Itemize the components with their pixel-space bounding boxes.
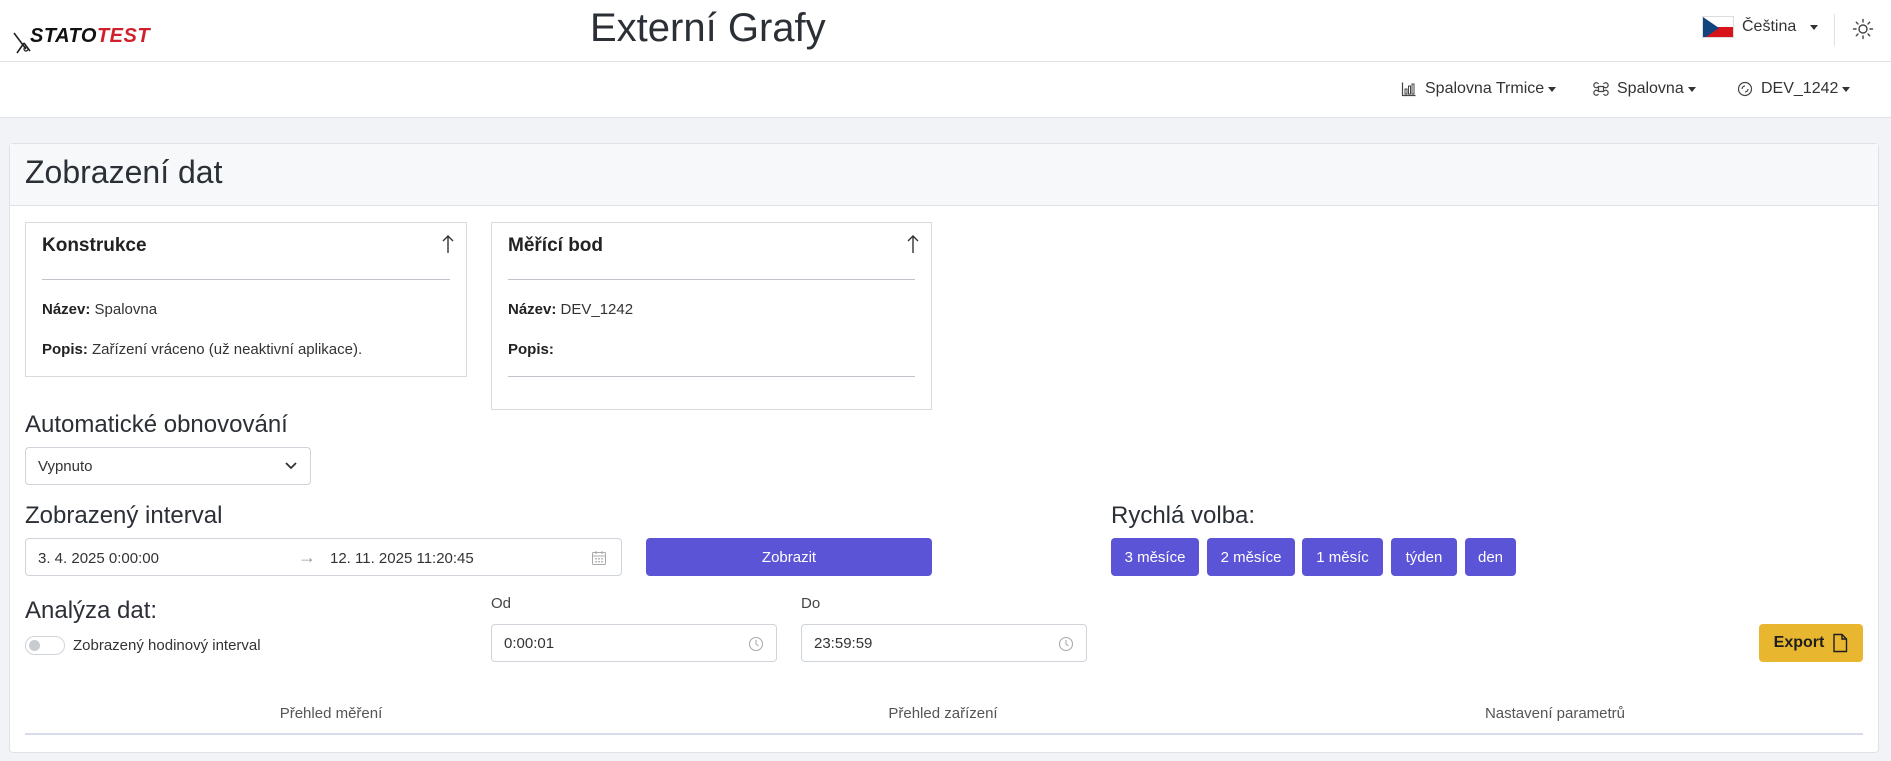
divider bbox=[508, 376, 915, 377]
logo[interactable]: STATOTEST bbox=[12, 18, 150, 54]
divider bbox=[508, 279, 915, 280]
from-time-value: 0:00:01 bbox=[504, 635, 555, 652]
date-range-picker[interactable]: 3. 4. 2025 0:00:00 → 12. 11. 2025 11:20:… bbox=[25, 538, 622, 576]
construction-desc-label: Popis: bbox=[42, 341, 88, 358]
toggle-knob bbox=[29, 640, 40, 651]
chevron-down-icon bbox=[1842, 86, 1851, 92]
context-navbar: Spalovna Trmice Spalovna DEV_1242 bbox=[0, 62, 1891, 118]
tab-measurement-overview[interactable]: Přehled měření bbox=[25, 705, 637, 722]
language-label: Čeština bbox=[1742, 18, 1797, 35]
show-button[interactable]: Zobrazit bbox=[646, 538, 932, 576]
page-title: Zobrazení dat bbox=[25, 154, 223, 190]
nav-dropdown-device[interactable]: DEV_1242 bbox=[1737, 80, 1851, 98]
measuring-point-desc-row: Popis: bbox=[508, 341, 554, 358]
measuring-point-desc-label: Popis: bbox=[508, 341, 554, 358]
tab-bar: Přehled měření Přehled zařízení Nastaven… bbox=[25, 700, 1863, 735]
measuring-point-name-value: DEV_1242 bbox=[560, 301, 634, 318]
interval-label: Zobrazený interval bbox=[25, 502, 223, 529]
language-dropdown[interactable]: Čeština bbox=[1702, 16, 1819, 38]
nav-dropdown-facility[interactable]: Spalovna Trmice bbox=[1401, 80, 1557, 98]
nav-dropdown-construction[interactable]: Spalovna bbox=[1593, 80, 1696, 98]
auto-refresh-select[interactable]: Vypnuto bbox=[25, 447, 311, 485]
date-from-value[interactable]: 3. 4. 2025 0:00:00 bbox=[38, 550, 159, 567]
collapse-arrow-up-icon[interactable] bbox=[440, 233, 456, 255]
chevron-down-icon bbox=[1687, 86, 1696, 92]
tab-device-overview[interactable]: Přehled zařízení bbox=[637, 705, 1249, 722]
from-time-label: Od bbox=[491, 595, 512, 612]
clock-icon bbox=[1058, 636, 1074, 652]
construction-heading: Konstrukce bbox=[42, 235, 147, 256]
quick-3-months-button[interactable]: 3 měsíce bbox=[1111, 538, 1199, 576]
calendar-icon[interactable] bbox=[591, 550, 607, 566]
export-button[interactable]: Export bbox=[1759, 624, 1863, 662]
chart-icon bbox=[1401, 82, 1416, 97]
chevron-down-icon bbox=[285, 462, 297, 470]
quick-week-button[interactable]: týden bbox=[1391, 538, 1457, 576]
device-icon bbox=[1737, 81, 1753, 97]
auto-refresh-label: Automatické obnovování bbox=[25, 411, 288, 438]
logo-text-part2: TEST bbox=[96, 24, 151, 47]
measuring-point-panel: Měřící bod Název: DEV_1242 Popis: bbox=[491, 222, 932, 410]
measuring-point-name-label: Název: bbox=[508, 301, 557, 318]
auto-refresh-value: Vypnuto bbox=[38, 458, 93, 475]
construction-name-row: Název: Spalovna bbox=[42, 301, 157, 318]
to-time-label: Do bbox=[801, 595, 821, 612]
chevron-down-icon bbox=[1810, 24, 1819, 30]
czech-flag-icon bbox=[1702, 16, 1734, 38]
date-to-value[interactable]: 12. 11. 2025 11:20:45 bbox=[330, 550, 474, 567]
construction-desc-value: Zařízení vráceno (už neaktivní aplikace)… bbox=[92, 341, 363, 358]
divider bbox=[42, 279, 450, 280]
theme-toggle-sun-icon[interactable] bbox=[1852, 18, 1874, 40]
app-title: Externí Grafy bbox=[590, 6, 826, 50]
quick-day-button[interactable]: den bbox=[1465, 538, 1516, 576]
collapse-arrow-up-icon[interactable] bbox=[905, 233, 921, 255]
nav-construction-label: Spalovna bbox=[1617, 80, 1684, 97]
from-time-input[interactable]: 0:00:01 bbox=[491, 624, 777, 662]
top-bar: STATOTEST Externí Grafy Čeština bbox=[0, 0, 1891, 62]
measuring-point-name-row: Název: DEV_1242 bbox=[508, 301, 633, 318]
construction-panel: Konstrukce Název: Spalovna Popis: Zaříze… bbox=[25, 222, 467, 377]
logo-text: STATOTEST bbox=[30, 25, 150, 48]
construction-desc-row: Popis: Zařízení vráceno (už neaktivní ap… bbox=[42, 341, 362, 358]
chevron-down-icon bbox=[1548, 86, 1557, 92]
construction-name-value: Spalovna bbox=[94, 301, 158, 318]
logo-text-part1: STATO bbox=[30, 24, 97, 47]
divider bbox=[1834, 14, 1835, 46]
measuring-point-heading: Měřící bod bbox=[508, 235, 604, 256]
tab-parameter-settings[interactable]: Nastavení parametrů bbox=[1249, 705, 1861, 722]
file-icon bbox=[1833, 633, 1848, 653]
hourly-interval-label: Zobrazený hodinový interval bbox=[73, 637, 261, 654]
to-time-input[interactable]: 23:59:59 bbox=[801, 624, 1087, 662]
nav-device-label: DEV_1242 bbox=[1761, 80, 1839, 97]
clock-icon bbox=[748, 636, 764, 652]
construction-name-label: Název: bbox=[42, 301, 91, 318]
analysis-label: Analýza dat: bbox=[25, 597, 158, 624]
to-time-value: 23:59:59 bbox=[814, 635, 873, 652]
quick-select-label: Rychlá volba: bbox=[1111, 502, 1256, 529]
nav-facility-label: Spalovna Trmice bbox=[1425, 80, 1545, 97]
quick-1-month-button[interactable]: 1 měsíc bbox=[1302, 538, 1383, 576]
command-icon bbox=[1593, 82, 1609, 96]
quick-2-months-button[interactable]: 2 měsíce bbox=[1207, 538, 1295, 576]
hourly-interval-toggle[interactable] bbox=[25, 636, 65, 655]
export-label: Export bbox=[1773, 634, 1825, 651]
arrow-right-icon: → bbox=[298, 547, 316, 567]
card-header: Zobrazení dat bbox=[10, 144, 1878, 206]
